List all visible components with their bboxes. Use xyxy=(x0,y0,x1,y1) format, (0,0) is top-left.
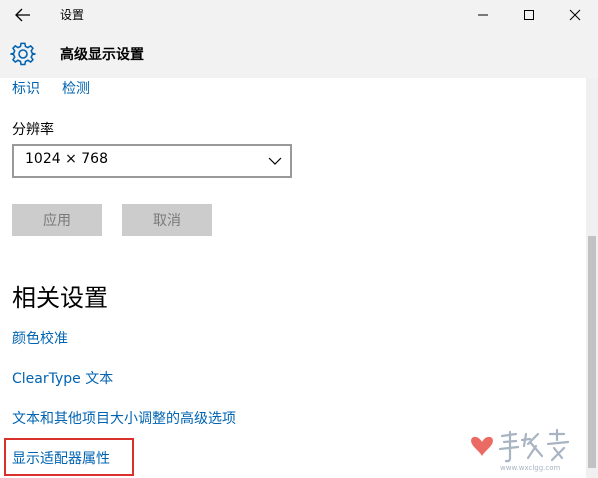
resolution-value: 1024 × 768 xyxy=(25,151,108,167)
close-button[interactable] xyxy=(552,0,598,30)
minimize-button[interactable] xyxy=(460,0,506,30)
settings-window: 设置 高级显示设置 标识 检测 分辨率 1024 × 768 应用 取消 相关设… xyxy=(0,0,598,478)
vertical-scrollbar[interactable] xyxy=(586,78,598,478)
related-settings-heading: 相关设置 xyxy=(12,284,108,312)
color-calibration-link[interactable]: 颜色校准 xyxy=(12,328,68,348)
highlight-annotation-box xyxy=(4,438,134,476)
gear-icon xyxy=(10,42,36,66)
advanced-sizing-link[interactable]: 文本和其他项目大小调整的高级选项 xyxy=(12,408,236,428)
close-icon xyxy=(569,9,581,21)
page-header: 高级显示设置 xyxy=(0,30,598,78)
detect-link[interactable]: 检测 xyxy=(62,78,90,98)
watermark-logo: www.wxclgg.com xyxy=(471,428,570,472)
resolution-dropdown[interactable]: 1024 × 768 xyxy=(12,144,292,178)
back-arrow-icon xyxy=(15,8,30,22)
apply-button[interactable]: 应用 xyxy=(12,204,102,236)
back-button[interactable] xyxy=(0,0,46,30)
identify-link[interactable]: 标识 xyxy=(12,78,40,98)
maximize-icon xyxy=(524,10,534,20)
window-title: 设置 xyxy=(60,8,85,22)
maximize-button[interactable] xyxy=(506,0,552,30)
title-bar: 设置 xyxy=(0,0,598,30)
cleartype-text-link[interactable]: ClearType 文本 xyxy=(12,368,113,388)
svg-text:www.wxclgg.com: www.wxclgg.com xyxy=(500,464,561,472)
content-area: 标识 检测 分辨率 1024 × 768 应用 取消 相关设置 颜色校准 Cle… xyxy=(0,78,586,478)
cancel-button[interactable]: 取消 xyxy=(122,204,212,236)
page-title: 高级显示设置 xyxy=(60,47,144,63)
chevron-down-icon xyxy=(268,157,282,165)
resolution-label: 分辨率 xyxy=(12,122,54,138)
minimize-icon xyxy=(478,14,488,16)
